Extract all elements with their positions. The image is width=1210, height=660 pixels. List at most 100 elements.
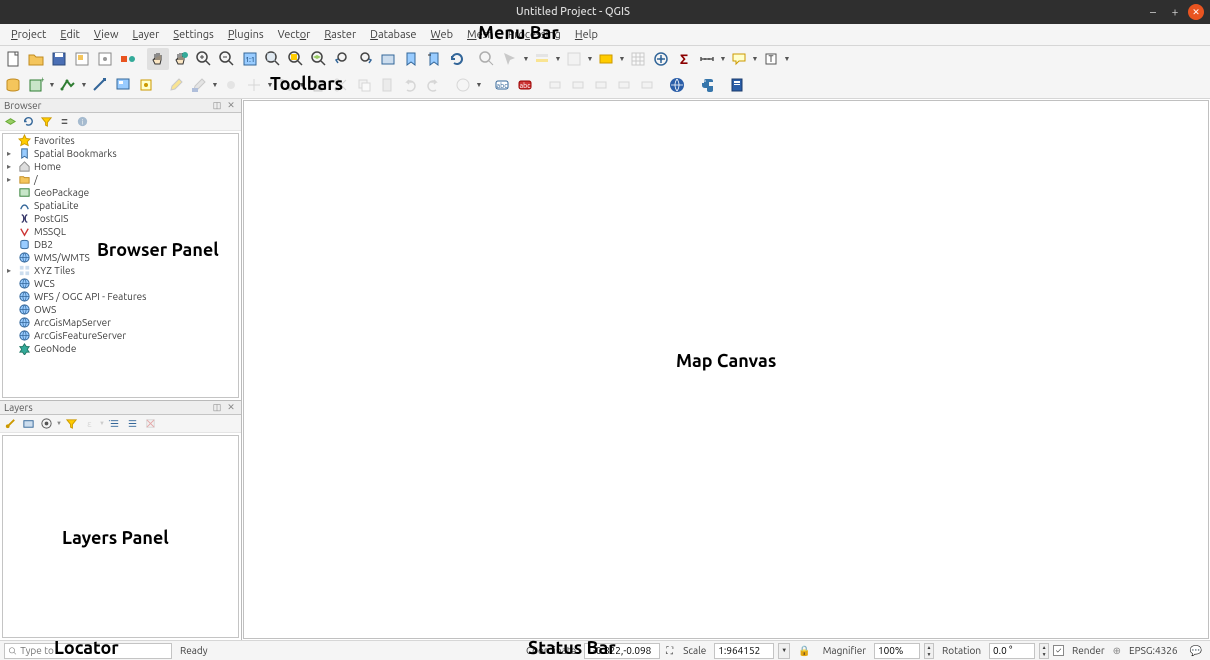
zoom-out-button[interactable] — [216, 48, 238, 70]
select-button[interactable] — [499, 48, 521, 70]
move-label-button[interactable] — [590, 74, 612, 96]
metasearch-button[interactable] — [666, 74, 688, 96]
layers-tree[interactable]: Layers Panel — [2, 435, 239, 638]
refresh-button[interactable] — [446, 48, 468, 70]
vertex-tool-button[interactable] — [275, 74, 297, 96]
maximize-button[interactable]: + — [1166, 3, 1184, 21]
new-shapefile-button[interactable] — [89, 74, 111, 96]
identify-button[interactable] — [476, 48, 498, 70]
messages-icon[interactable]: 💬 — [1186, 645, 1206, 657]
magnifier-input[interactable] — [874, 643, 920, 659]
toggle-editing-button[interactable] — [165, 74, 187, 96]
zoom-full-button[interactable] — [262, 48, 284, 70]
tree-item-wfs-ogc-api-features[interactable]: WFS / OGC API - Features — [3, 290, 238, 303]
menu-processing[interactable]: Processing — [501, 27, 568, 43]
zoom-next-button[interactable] — [354, 48, 376, 70]
add-group-icon[interactable] — [20, 416, 36, 432]
zoom-in-button[interactable] — [193, 48, 215, 70]
filter-icon[interactable] — [38, 114, 54, 130]
expander-icon[interactable]: ▸ — [7, 266, 15, 275]
menu-mesh[interactable]: Mesh — [460, 27, 501, 43]
zoom-to-layer-button[interactable] — [308, 48, 330, 70]
new-bookmark-button[interactable] — [400, 48, 422, 70]
deselect-button[interactable] — [563, 48, 585, 70]
render-checkbox[interactable]: ✓ — [1053, 645, 1064, 656]
crs-label[interactable]: EPSG:4326 — [1125, 645, 1182, 656]
expander-icon[interactable]: ▸ — [7, 175, 15, 184]
deselect-dropdown[interactable]: ▼ — [586, 55, 594, 63]
tree-item-db2[interactable]: DB2 — [3, 238, 238, 251]
menu-vector[interactable]: Vector — [271, 27, 318, 43]
add-layer-icon[interactable] — [2, 114, 18, 130]
menu-database[interactable]: Database — [363, 27, 423, 43]
maptips-button[interactable] — [728, 48, 750, 70]
show-labels-button[interactable] — [567, 74, 589, 96]
menu-view[interactable]: View — [87, 27, 126, 43]
select-by-expression-dropdown[interactable]: ▼ — [618, 55, 626, 63]
new-memory-button[interactable] — [135, 74, 157, 96]
collapse-all-layers-icon[interactable] — [124, 416, 140, 432]
style-manager-button[interactable] — [117, 48, 139, 70]
zoom-to-selection-button[interactable] — [285, 48, 307, 70]
layers-close-button[interactable]: ✕ — [225, 402, 237, 414]
tree-item-postgis[interactable]: PostGIS — [3, 212, 238, 225]
rotation-spinner[interactable]: ▲▼ — [1039, 643, 1049, 659]
open-project-button[interactable] — [25, 48, 47, 70]
pan-to-selection-button[interactable] — [170, 48, 192, 70]
python-console-button[interactable] — [696, 74, 718, 96]
layer-style-icon[interactable] — [2, 416, 18, 432]
expander-icon[interactable]: ▸ — [7, 149, 15, 158]
diagram-button[interactable]: abc — [514, 74, 536, 96]
new-map-view-button[interactable] — [377, 48, 399, 70]
add-vector-button[interactable] — [57, 74, 79, 96]
manage-themes-icon[interactable] — [38, 416, 54, 432]
tree-item-geonode[interactable]: GeoNode — [3, 342, 238, 355]
new-print-layout-button[interactable] — [71, 48, 93, 70]
pan-button[interactable] — [147, 48, 169, 70]
redo-button[interactable] — [422, 74, 444, 96]
copy-button[interactable] — [353, 74, 375, 96]
coordinate-input[interactable] — [584, 643, 660, 659]
add-feature-button[interactable] — [220, 74, 242, 96]
statistics-button[interactable]: Σ — [673, 48, 695, 70]
digitize-button[interactable] — [452, 74, 474, 96]
select-by-expression-button[interactable] — [595, 48, 617, 70]
menu-help[interactable]: Help — [568, 27, 605, 43]
zoom-native-button[interactable]: 1:1 — [239, 48, 261, 70]
new-project-button[interactable] — [2, 48, 24, 70]
new-geopackage-button[interactable]: + — [25, 74, 47, 96]
select-by-value-button[interactable] — [531, 48, 553, 70]
select-dropdown[interactable]: ▼ — [522, 55, 530, 63]
close-button[interactable]: ✕ — [1188, 4, 1204, 20]
minimize-button[interactable]: – — [1144, 3, 1162, 21]
crs-icon[interactable]: ⊕ — [1113, 645, 1121, 657]
magnifier-spinner[interactable]: ▲▼ — [924, 643, 934, 659]
filter-by-expr-icon[interactable]: ε — [81, 416, 97, 432]
attribute-table-button[interactable] — [627, 48, 649, 70]
collapse-all-icon[interactable] — [56, 114, 72, 130]
data-source-manager-button[interactable] — [2, 74, 24, 96]
rotation-input[interactable] — [989, 643, 1035, 659]
menu-web[interactable]: Web — [423, 27, 460, 43]
tree-item-arcgisfeatureserver[interactable]: ArcGisFeatureServer — [3, 329, 238, 342]
undo-button[interactable] — [399, 74, 421, 96]
tree-item-wms-wmts[interactable]: WMS/WMTS — [3, 251, 238, 264]
tree-item-mssql[interactable]: MSSQL — [3, 225, 238, 238]
rotate-label-button[interactable] — [613, 74, 635, 96]
show-bookmarks-button[interactable] — [423, 48, 445, 70]
tree-item-spatial-bookmarks[interactable]: ▸Spatial Bookmarks — [3, 147, 238, 160]
new-virtual-button[interactable] — [112, 74, 134, 96]
tree-item-wcs[interactable]: WCS — [3, 277, 238, 290]
measure-button[interactable] — [696, 48, 718, 70]
tree-item-ows[interactable]: OWS — [3, 303, 238, 316]
zoom-last-button[interactable] — [331, 48, 353, 70]
delete-selected-button[interactable] — [307, 74, 329, 96]
remove-layer-icon[interactable] — [142, 416, 158, 432]
browser-close-button[interactable]: ✕ — [225, 100, 237, 112]
browser-tree[interactable]: Favorites▸Spatial Bookmarks▸Home▸/GeoPac… — [2, 133, 239, 398]
scale-input[interactable] — [714, 643, 774, 659]
field-calculator-button[interactable] — [650, 48, 672, 70]
scale-dropdown[interactable]: ▼ — [778, 643, 790, 659]
refresh-icon[interactable] — [20, 114, 36, 130]
tree-item-spatialite[interactable]: SpatiaLite — [3, 199, 238, 212]
